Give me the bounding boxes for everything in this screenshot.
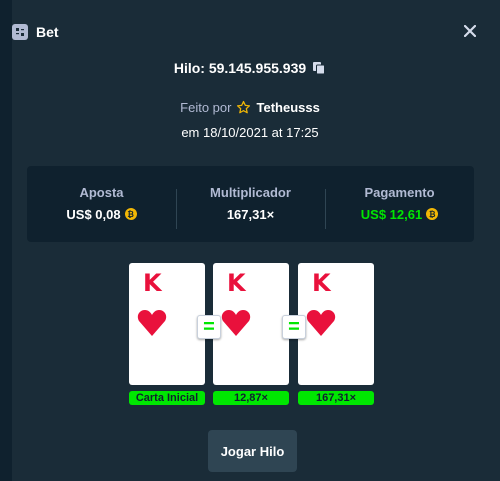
bet-value-row: US$ 0,08 ₿ — [66, 206, 137, 222]
stat-bet: Aposta US$ 0,08 ₿ — [27, 185, 176, 224]
coin-icon: ₿ — [124, 208, 137, 220]
close-icon — [464, 25, 476, 37]
bet-slip-icon — [12, 24, 28, 40]
card-1: K — [129, 263, 205, 385]
copy-icon[interactable] — [312, 61, 326, 75]
card-rank: K — [143, 269, 162, 297]
multiplier-value: 167,31× — [226, 206, 275, 222]
modal-title: Bet — [36, 24, 59, 40]
card-3: K — [298, 263, 374, 385]
payout-value: US$ 12,61 — [360, 206, 423, 222]
close-button[interactable] — [460, 21, 480, 41]
card-tag: Carta Inicial — [129, 391, 205, 405]
equal-guess-icon: = — [282, 315, 306, 339]
modal-header: Bet — [12, 18, 472, 46]
multiplier-label: Multiplicador — [210, 184, 291, 200]
heart-icon — [137, 310, 167, 336]
game-id-row: Hilo: 59.145.955.939 — [0, 60, 500, 76]
star-icon — [237, 100, 251, 114]
bet-label: Aposta — [79, 184, 124, 200]
stats-panel: Aposta US$ 0,08 ₿ Multiplicador 167,31× … — [27, 166, 474, 242]
bet-value: US$ 0,08 — [66, 206, 121, 222]
card-rank: K — [227, 269, 246, 297]
play-hilo-button[interactable]: Jogar Hilo — [208, 430, 297, 472]
game-id: Hilo: 59.145.955.939 — [173, 60, 307, 76]
card-history: K Carta Inicial K 12,87× K 167,31× = = — [129, 263, 379, 408]
coin-icon: ₿ — [426, 208, 439, 220]
stat-multiplier: Multiplicador 167,31× — [176, 184, 325, 229]
equal-guess-icon: = — [197, 315, 221, 339]
heart-icon — [306, 310, 336, 336]
payout-value-row: US$ 12,61 ₿ — [360, 206, 439, 222]
card-rank: K — [312, 269, 331, 297]
card-2: K — [213, 263, 289, 385]
bet-date: em 18/10/2021 at 17:25 — [181, 125, 319, 140]
username-link[interactable]: Tetheusss — [256, 100, 319, 115]
payout-label: Pagamento — [364, 184, 435, 200]
card-tag: 12,87× — [213, 391, 289, 405]
stat-payout: Pagamento US$ 12,61 ₿ — [325, 184, 474, 229]
made-by-row: Feito por Tetheusss — [0, 100, 500, 115]
heart-icon — [221, 310, 251, 336]
made-by-prefix: Feito por — [180, 100, 232, 115]
card-tag: 167,31× — [298, 391, 374, 405]
